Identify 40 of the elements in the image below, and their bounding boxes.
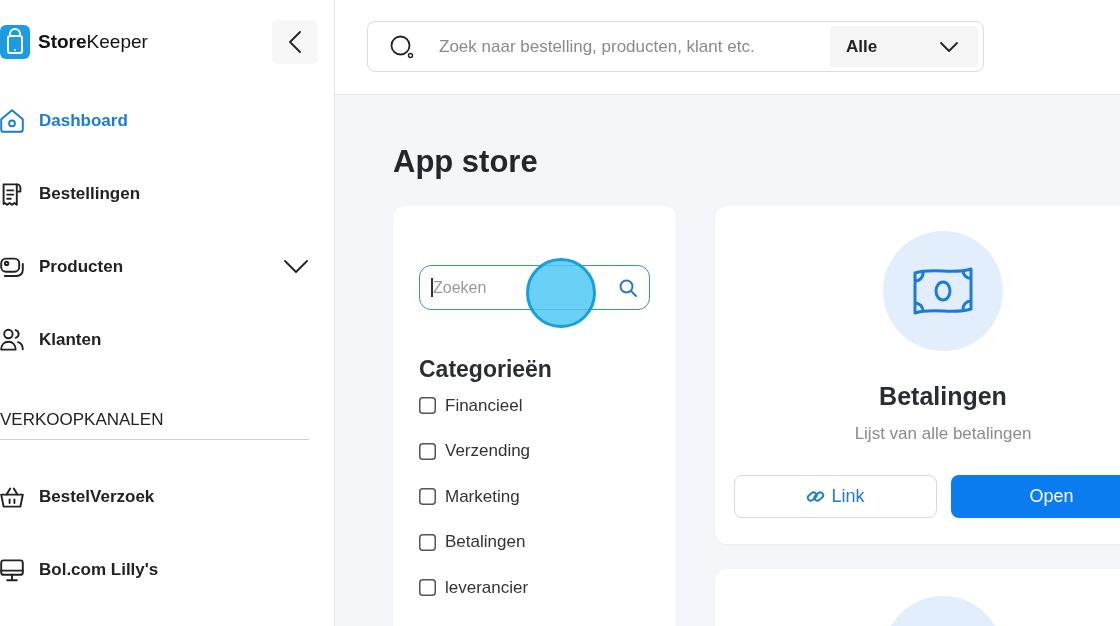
text-cursor-icon [431,278,433,297]
categories-heading: Categorieën [419,355,553,383]
scope-dropdown[interactable]: Alle [830,25,978,68]
search-input[interactable]: Zoek naar bestelling, producten, klant etc. [439,31,822,62]
checkbox[interactable] [419,488,436,506]
chevron-down-icon[interactable] [284,259,308,274]
checkbox[interactable] [419,533,436,551]
page-title: App store [393,144,539,180]
app-title: Betalingen [879,381,1007,411]
chevron-left-icon [289,31,301,53]
link-button[interactable]: Link [734,475,937,518]
banknote-icon [883,231,1003,351]
collapse-sidebar-button[interactable] [272,20,318,64]
nav-item[interactable]: Bol.com Lilly's [0,533,318,606]
nav-item[interactable]: Klanten [0,303,318,376]
category-label[interactable]: Financieel [445,395,523,416]
brand-name: StoreKeeper [38,31,148,53]
house-icon [0,108,24,133]
nav-item[interactable]: Dashboard [0,84,318,157]
checkbox[interactable] [419,397,436,415]
checkbox[interactable] [419,579,436,597]
receipt-icon [0,181,24,206]
nav-item[interactable]: Producten [0,230,318,303]
search-icon[interactable] [619,278,637,297]
category-label[interactable]: Marketing [445,486,520,507]
chevron-down-icon [940,41,958,52]
nav-item[interactable]: Bestellingen [0,157,318,230]
checkbox[interactable] [419,442,436,460]
monitor-icon [0,557,24,582]
section-heading: VERKOOPKANALEN [0,409,165,431]
users-icon [0,327,24,352]
app-description: Lijst van alle betalingen [854,423,1032,445]
category-label[interactable]: Betalingen [445,532,526,553]
nav-item[interactable]: BestelVerzoek [0,460,318,533]
open-button[interactable]: Open [951,475,1120,518]
search-input[interactable]: Zoeken [432,275,619,300]
category-label[interactable]: Verzending [445,441,531,462]
search-icon [390,34,414,59]
category-label[interactable]: leverancier [445,577,529,598]
search-bar[interactable]: Zoek naar bestelling, producten, klant etc. Alle [367,21,984,72]
